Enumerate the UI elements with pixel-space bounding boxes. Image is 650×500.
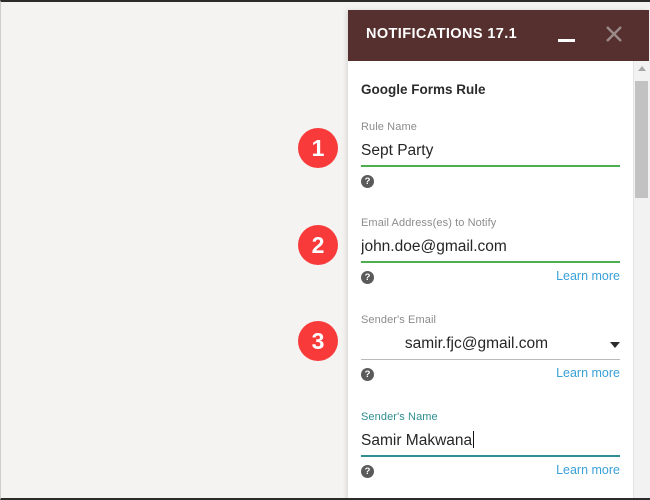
field-rule-name-underline: [361, 165, 620, 167]
field-senders-name-input[interactable]: Samir Makwana: [361, 429, 620, 455]
step-badge-3-number: 3: [311, 328, 325, 354]
section-title: Google Forms Rule: [361, 82, 486, 97]
help-icon[interactable]: ?: [361, 368, 374, 381]
close-icon[interactable]: [596, 16, 632, 52]
field-senders-email-select[interactable]: samir.fjc@gmail.com: [361, 332, 620, 358]
screen: 1 2 3 NOTIFICATIONS 17.1 Google Forms Ru…: [0, 0, 650, 500]
panel-body: Google Forms Rule Rule Name Sept Party ?…: [348, 61, 633, 498]
workspace-background: [1, 2, 349, 498]
field-senders-name-footer: ? Learn more: [361, 463, 620, 491]
step-badge-3: 3: [298, 321, 338, 361]
minimize-bar: [558, 39, 575, 42]
field-senders-name-label: Sender's Name: [361, 411, 438, 423]
learn-more-link[interactable]: Learn more: [556, 366, 620, 380]
step-badge-1: 1: [298, 128, 338, 168]
field-senders-email-label: Sender's Email: [361, 314, 437, 326]
help-icon[interactable]: ?: [361, 271, 374, 284]
panel-title: NOTIFICATIONS 17.1: [366, 26, 518, 42]
field-rule-name-footer: ?: [361, 175, 620, 201]
panel-scrollbar[interactable]: [633, 61, 649, 498]
field-email-addresses-underline: [361, 261, 620, 263]
field-senders-email: Sender's Email samir.fjc@gmail.com ? Lea…: [361, 313, 620, 394]
field-email-addresses-label: Email Address(es) to Notify: [361, 217, 497, 229]
field-rule-name-input[interactable]: Sept Party: [361, 139, 620, 165]
field-senders-email-select-wrap[interactable]: samir.fjc@gmail.com: [361, 332, 620, 358]
scrollbar-thumb[interactable]: [635, 81, 648, 198]
step-badge-2: 2: [298, 225, 338, 265]
field-senders-name: Sender's Name Samir Makwana ? Learn more: [361, 410, 620, 491]
text-cursor: [473, 431, 475, 448]
field-email-addresses-input[interactable]: john.doe@gmail.com: [361, 235, 620, 261]
scroll-up-arrow-glyph: [637, 66, 646, 71]
notifications-panel: NOTIFICATIONS 17.1 Google Forms Rule Rul…: [348, 10, 649, 498]
field-email-addresses: Email Address(es) to Notify john.doe@gma…: [361, 216, 620, 297]
field-senders-email-footer: ? Learn more: [361, 366, 620, 394]
field-rule-name: Rule Name Sept Party ?: [361, 120, 620, 201]
minimize-icon[interactable]: [549, 18, 585, 54]
field-rule-name-label: Rule Name: [361, 121, 417, 133]
field-senders-name-value: Samir Makwana: [361, 432, 473, 449]
help-icon[interactable]: ?: [361, 465, 374, 478]
step-badge-2-number: 2: [311, 232, 325, 258]
learn-more-link[interactable]: Learn more: [556, 463, 620, 477]
step-badge-1-number: 1: [311, 135, 325, 161]
learn-more-link[interactable]: Learn more: [556, 269, 620, 283]
chevron-down-icon[interactable]: [610, 342, 620, 348]
scroll-up-arrow-icon[interactable]: [634, 61, 649, 76]
field-senders-name-underline: [361, 455, 620, 457]
field-senders-email-underline: [361, 359, 620, 360]
field-email-addresses-footer: ? Learn more: [361, 269, 620, 297]
panel-header: NOTIFICATIONS 17.1: [348, 10, 649, 61]
help-icon[interactable]: ?: [361, 175, 374, 188]
